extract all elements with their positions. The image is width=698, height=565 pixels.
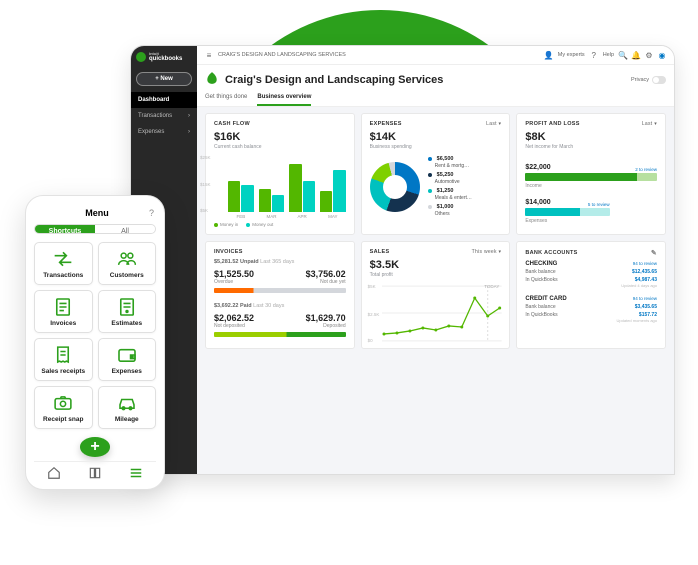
phone-menu-title: Menu [45, 208, 149, 218]
segment-control[interactable]: Shortcuts All [34, 224, 156, 234]
credit-review-link[interactable]: 94 to review [633, 296, 657, 301]
chevron-right-icon: › [188, 129, 190, 135]
menu-active-icon[interactable] [129, 466, 143, 483]
gear-icon[interactable]: ⚙ [645, 51, 653, 59]
cashflow-bar-chart [228, 160, 346, 212]
receipt-icon [37, 346, 90, 364]
tab-get-things-done[interactable]: Get things done [205, 90, 247, 106]
expenses-donut-chart [370, 162, 420, 212]
tab-business-overview[interactable]: Business overview [257, 90, 311, 106]
quickbooks-icon [136, 52, 146, 62]
segment-shortcuts[interactable]: Shortcuts [35, 225, 95, 233]
card-sales: SALESThis week ▾ $3.5K Total profit TODA… [361, 241, 511, 349]
card-cashflow: CASH FLOW $16K Current cash balance $25K… [205, 113, 355, 235]
breadcrumb: CRAIG'S DESIGN AND LANDSCAPING SERVICES [218, 52, 346, 58]
pl-period-select[interactable]: Last ▾ [642, 121, 657, 127]
transfer-arrows-icon [37, 250, 90, 268]
tile-receipt-snap[interactable]: Receipt snap [34, 386, 93, 429]
expenses-period-select[interactable]: Last ▾ [486, 121, 501, 127]
invoice-icon [37, 298, 90, 316]
estimate-icon [101, 298, 154, 316]
sidebar-item-dashboard[interactable]: Dashboard [131, 92, 197, 108]
tile-invoices[interactable]: Invoices [34, 290, 93, 333]
tile-estimates[interactable]: Estimates [98, 290, 157, 333]
fab-add-button[interactable]: + [80, 437, 110, 457]
card-bank-accounts: BANK ACCOUNTS✎ CHECKING 94 to review Ban… [516, 241, 666, 349]
user-icon[interactable]: 👤 [545, 51, 553, 59]
tile-sales-receipts[interactable]: Sales receipts [34, 338, 93, 381]
card-profit-loss: PROFIT AND LOSSLast ▾ $8K Net income for… [516, 113, 666, 235]
tile-expenses[interactable]: Expenses [98, 338, 157, 381]
pl-amount: $8K [525, 131, 657, 143]
expenses-amount: $14K [370, 131, 502, 143]
sales-period-select[interactable]: This week ▾ [472, 249, 502, 255]
sales-line-chart: TODAY $5K $2.5K $0 [370, 286, 502, 341]
home-icon[interactable] [47, 466, 61, 483]
cashflow-amount: $16K [214, 131, 346, 143]
checking-review-link[interactable]: 94 to review [633, 261, 657, 266]
users-icon [101, 250, 154, 268]
income-review-link[interactable]: 2 to review [635, 167, 657, 172]
leaf-icon [205, 71, 219, 88]
bell-icon[interactable]: 🔔 [632, 51, 640, 59]
card-expenses: EXPENSESLast ▾ $14K Business spending $6… [361, 113, 511, 235]
help-link[interactable]: Help [603, 52, 614, 58]
help-icon[interactable]: ? [149, 208, 154, 218]
menu-icon[interactable]: ≡ [205, 51, 213, 59]
car-icon [101, 394, 154, 412]
expenses-review-link[interactable]: 5 to review [588, 202, 610, 207]
search-icon[interactable]: 🔍 [619, 51, 627, 59]
tile-mileage[interactable]: Mileage [98, 386, 157, 429]
help-icon[interactable]: ? [590, 51, 598, 59]
new-button[interactable]: + New [136, 72, 192, 86]
sidebar-item-expenses[interactable]: Expenses› [131, 124, 197, 140]
chevron-right-icon: › [188, 113, 190, 119]
wallet-icon [101, 346, 154, 364]
sales-amount: $3.5K [370, 259, 502, 271]
brand-logo: intuit quickbooks [131, 46, 197, 68]
privacy-label: Privacy [631, 77, 649, 83]
camera-icon [37, 394, 90, 412]
pencil-icon[interactable]: ✎ [651, 249, 657, 257]
card-invoices: INVOICES $5,281.52 Unpaid Last 365 days … [205, 241, 355, 349]
page-title: Craig's Design and Landscaping Services [225, 74, 443, 86]
privacy-toggle[interactable] [652, 76, 666, 84]
tile-transactions[interactable]: Transactions [34, 242, 93, 285]
sidebar-item-transactions[interactable]: Transactions› [131, 108, 197, 124]
my-experts-link[interactable]: My experts [558, 52, 585, 58]
book-icon[interactable] [88, 466, 102, 483]
avatar[interactable]: ◉ [658, 51, 666, 59]
segment-all[interactable]: All [95, 225, 155, 233]
tile-customers[interactable]: Customers [98, 242, 157, 285]
